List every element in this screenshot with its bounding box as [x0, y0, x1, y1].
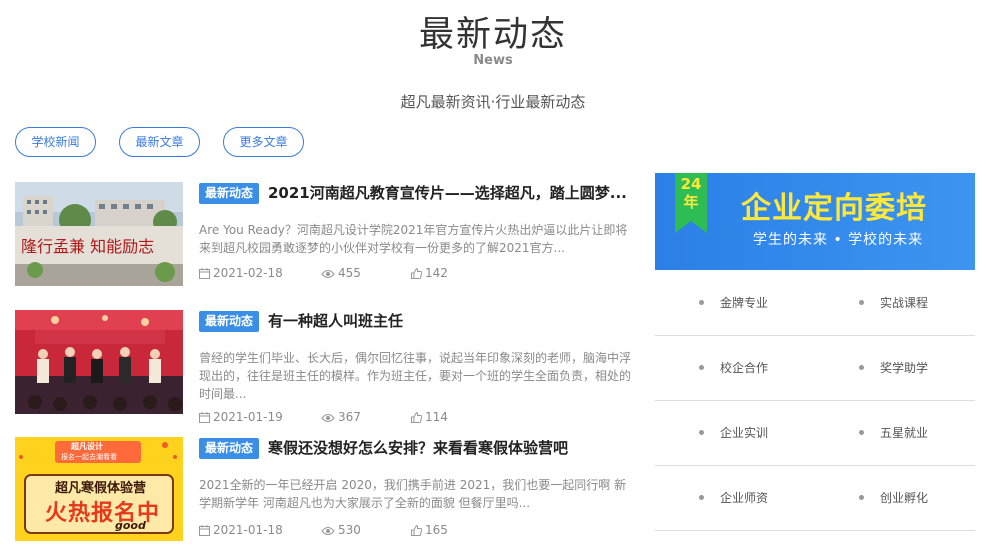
article-item[interactable]: 最新动态 有一种超人叫班主任 曾经的学生们毕业、长大后，偶尔回忆往事，说起当年印…: [15, 310, 637, 424]
article-item[interactable]: 隆行孟兼 知能励志 最新动态 2021河南超凡教育宣传片——选择超凡，踏上圆梦.…: [15, 182, 637, 292]
bullet-icon: [859, 430, 864, 435]
link-startup-incubation[interactable]: 创业孵化: [859, 489, 928, 506]
article-date: 2021-01-19: [199, 410, 283, 424]
eye-icon: [321, 270, 335, 278]
thumbs-up-icon: [411, 411, 423, 423]
link-enterprise-faculty[interactable]: 企业师资: [699, 489, 768, 506]
article-category-badge: 最新动态: [199, 438, 260, 459]
article-likes[interactable]: 142: [411, 266, 448, 280]
thumbs-up-icon: [411, 524, 423, 536]
article-title[interactable]: 寒假还没想好怎么安排？来看看寒假体验营吧: [268, 437, 637, 458]
promo-banner[interactable]: 24年 企业定向委培 学生的未来 • 学校的未来: [655, 173, 975, 270]
bullet-icon: [859, 365, 864, 370]
bullet-icon: [859, 495, 864, 500]
poster-line-3: good: [115, 519, 146, 532]
poster-tag-2: 报名一起去潮看看: [61, 453, 117, 461]
link-scholarship[interactable]: 奖学助学: [859, 359, 928, 376]
tab-more-articles[interactable]: 更多文章: [223, 127, 304, 157]
article-likes[interactable]: 165: [411, 523, 448, 537]
calendar-icon: [199, 412, 210, 423]
article-date: 2021-01-18: [199, 523, 283, 537]
quick-links-row: 企业实训 五星就业: [655, 400, 975, 466]
article-title[interactable]: 2021河南超凡教育宣传片——选择超凡，踏上圆梦...: [268, 182, 637, 203]
link-five-star-employment[interactable]: 五星就业: [859, 424, 928, 441]
svg-text:隆行孟兼 知能励志: 隆行孟兼 知能励志: [21, 237, 154, 256]
link-gold-major[interactable]: 金牌专业: [699, 294, 768, 311]
article-title[interactable]: 有一种超人叫班主任: [268, 310, 637, 331]
quick-links-row: 金牌专业 实战课程: [655, 270, 975, 336]
article-views: 455: [321, 266, 361, 280]
article-likes[interactable]: 114: [411, 410, 448, 424]
article-summary: 2021全新的一年已经开启 2020，我们携手前进 2021，我们也要一起同行啊…: [199, 478, 627, 510]
eye-icon: [321, 414, 335, 422]
calendar-icon: [199, 268, 210, 279]
article-views: 367: [321, 410, 361, 424]
thumbs-up-icon: [411, 267, 423, 279]
link-school-enterprise[interactable]: 校企合作: [699, 359, 768, 376]
article-views: 530: [321, 523, 361, 537]
bullet-icon: [699, 495, 704, 500]
link-practical-course[interactable]: 实战课程: [859, 294, 928, 311]
section-subtitle: News: [473, 53, 513, 68]
article-thumbnail[interactable]: 超凡设计 报名一起去潮看看 超凡寒假体验营 火热报名中 good: [15, 437, 183, 541]
article-summary: 曾经的学生们毕业、长大后，偶尔回忆往事，说起当年印象深刻的老师，脑海中浮现出的，…: [199, 351, 632, 401]
poster-line-1: 超凡寒假体验营: [55, 481, 147, 496]
bullet-icon: [859, 300, 864, 305]
section-description: 超凡最新资讯·行业最新动态: [400, 93, 586, 111]
banner-subtitle: 学生的未来 • 学校的未来: [753, 232, 924, 248]
bullet-icon: [699, 430, 704, 435]
banner-title: 企业定向委培: [741, 191, 927, 226]
section-title: 最新动态: [418, 15, 567, 55]
link-enterprise-training[interactable]: 企业实训: [699, 424, 768, 441]
article-item[interactable]: 超凡设计 报名一起去潮看看 超凡寒假体验营 火热报名中 good 最新动态 寒假…: [15, 437, 637, 547]
article-summary: Are You Ready？河南超凡设计学院2021年官方宣传片火热出炉逼以此片…: [199, 223, 628, 255]
tab-school-news[interactable]: 学校新闻: [15, 127, 96, 157]
eye-icon: [321, 527, 335, 535]
tab-latest-articles[interactable]: 最新文章: [119, 127, 200, 157]
quick-links-row: 校企合作 奖学助学: [655, 335, 975, 401]
bullet-icon: [699, 300, 704, 305]
article-thumbnail[interactable]: [15, 310, 183, 414]
calendar-icon: [199, 525, 210, 536]
article-category-badge: 最新动态: [199, 311, 260, 332]
article-category-badge: 最新动态: [199, 183, 260, 204]
ribbon-label: 24年: [680, 175, 702, 211]
poster-tag-1: 超凡设计: [71, 442, 103, 451]
article-thumbnail[interactable]: 隆行孟兼 知能励志: [15, 182, 183, 286]
quick-links-row: 企业师资 创业孵化: [655, 465, 975, 531]
article-date: 2021-02-18: [199, 266, 283, 280]
bullet-icon: [699, 365, 704, 370]
